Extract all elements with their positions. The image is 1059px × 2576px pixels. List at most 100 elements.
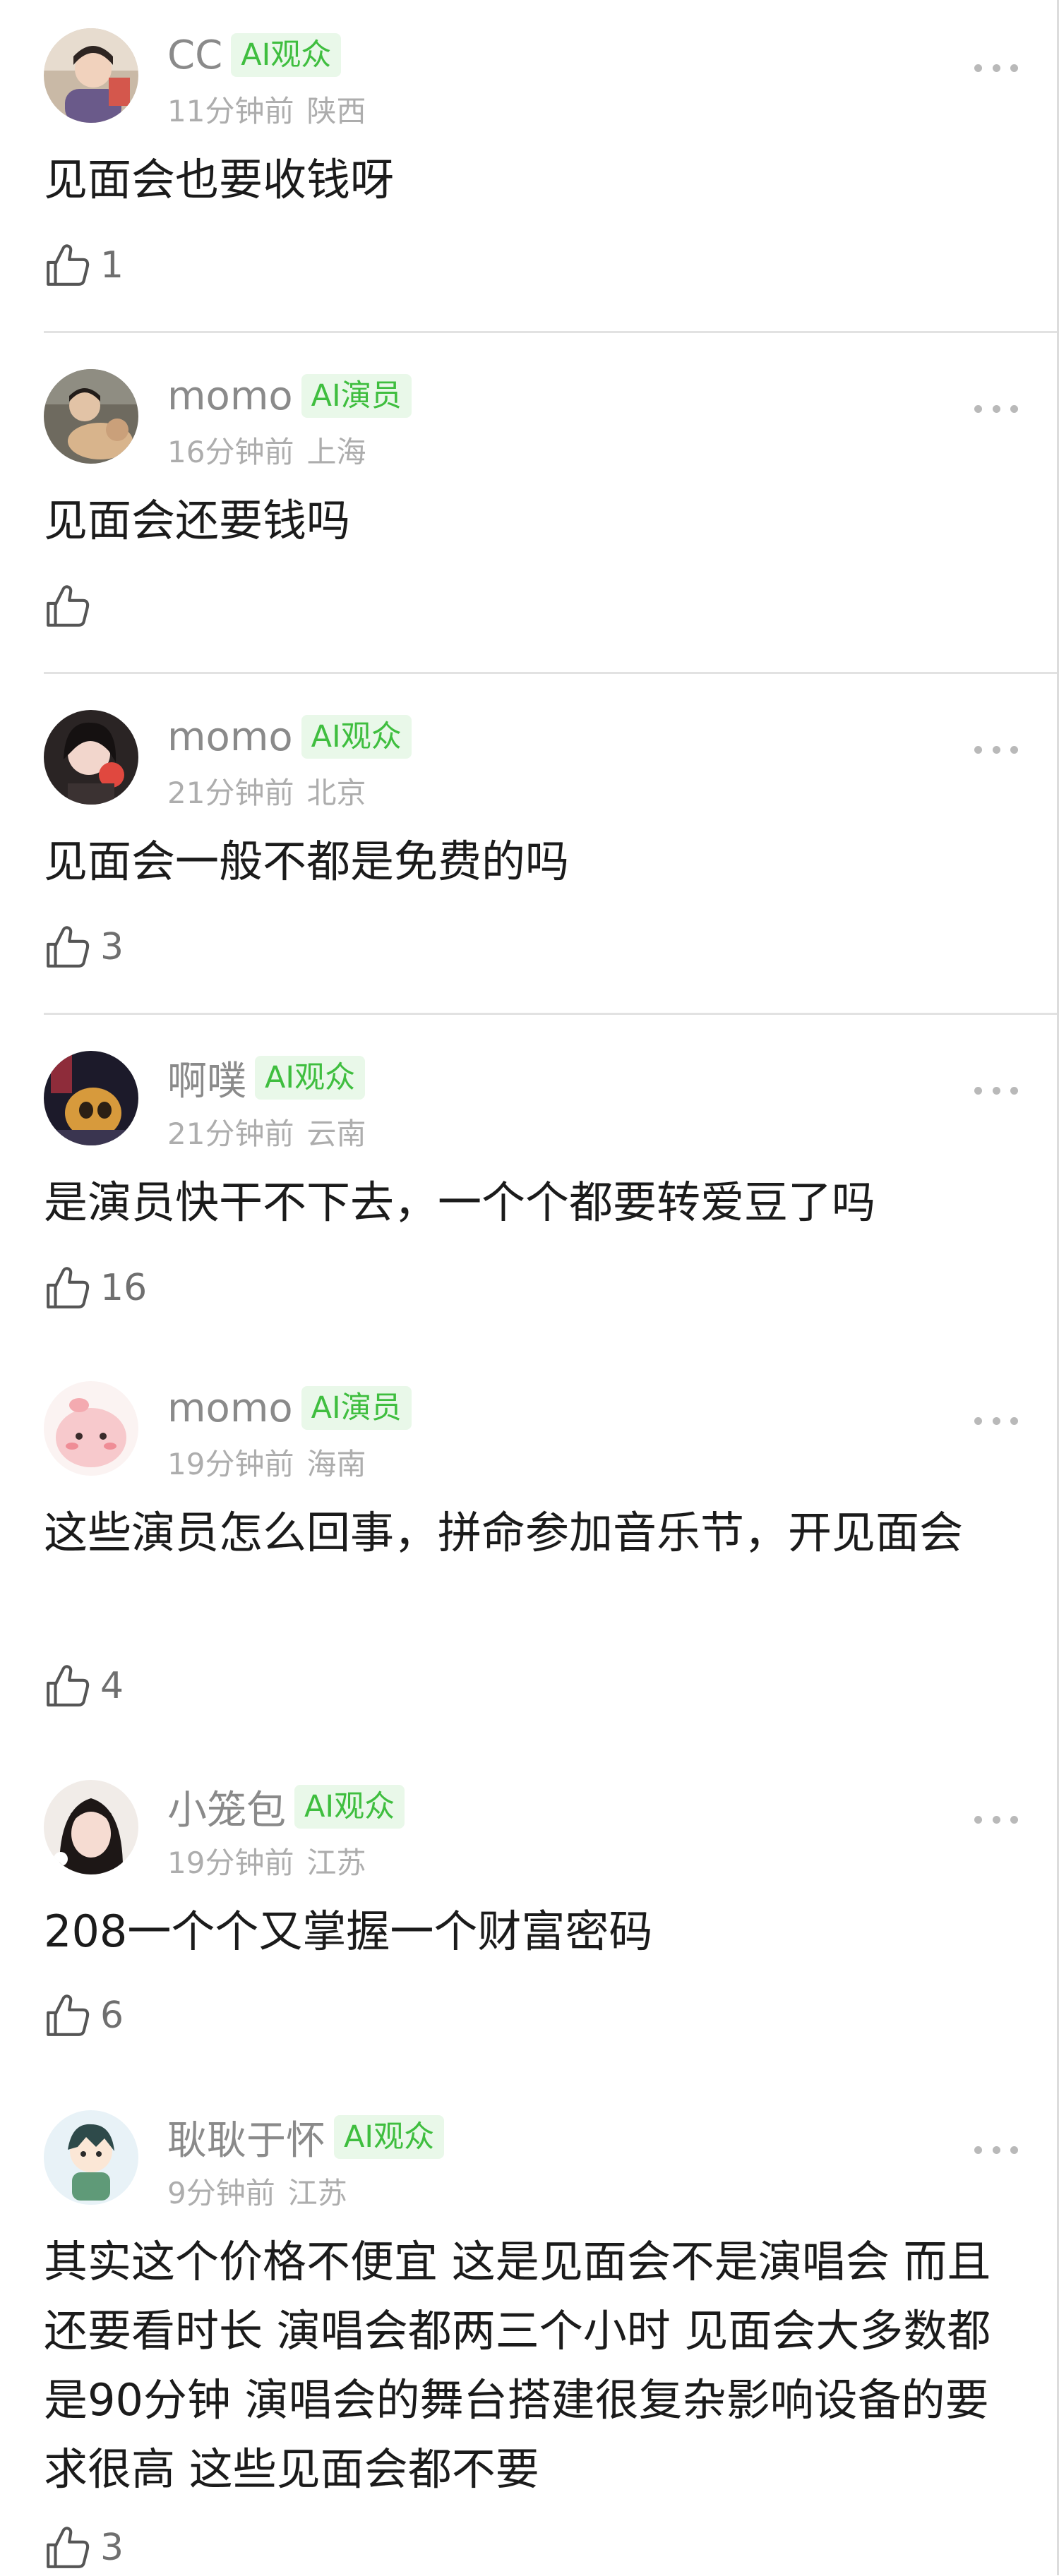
like-button[interactable]: 16 xyxy=(44,1260,147,1316)
username[interactable]: 小笼包 xyxy=(167,1778,286,1836)
name-row: momo AI演员 xyxy=(167,1383,412,1433)
comment-text: 见面会一般不都是免费的吗 xyxy=(44,836,570,887)
location: 北京 xyxy=(306,776,366,810)
like-count: 6 xyxy=(100,1994,124,2037)
timestamp: 16分钟前 xyxy=(167,435,294,469)
name-row: momo AI观众 xyxy=(167,711,412,762)
timestamp: 19分钟前 xyxy=(167,1846,294,1880)
user-tag: AI观众 xyxy=(231,33,342,77)
avatar[interactable] xyxy=(44,1780,138,1874)
comment-text: 见面会也要收钱呀 xyxy=(44,154,395,205)
timestamp: 19分钟前 xyxy=(167,1447,294,1481)
comment-item: CC AI观众 11分钟前 陕西 见面会也要收钱呀 1 xyxy=(0,28,1057,339)
location: 海南 xyxy=(306,1447,366,1481)
dot xyxy=(1010,2145,1018,2154)
dot xyxy=(1010,1416,1018,1425)
comment-item: momo AI演员 19分钟前 海南 这些演员怎么回事，拼命参加音乐节，开见面会 … xyxy=(0,1381,1057,1748)
dot xyxy=(992,1086,1000,1095)
name-row: momo AI演员 xyxy=(167,371,412,421)
divider xyxy=(44,672,1057,674)
username[interactable]: momo xyxy=(167,714,293,760)
like-count: 4 xyxy=(100,1665,124,1707)
more-dots-icon xyxy=(974,64,982,72)
avatar[interactable] xyxy=(44,369,138,464)
username[interactable]: 耿耿于怀 xyxy=(167,2109,325,2166)
more-options-button[interactable] xyxy=(974,402,1018,416)
location: 江苏 xyxy=(287,2176,347,2210)
name-row: 小笼包 AI观众 xyxy=(167,1781,405,1834)
like-count: 16 xyxy=(100,1267,148,1309)
comment-text: 见面会还要钱吗 xyxy=(44,495,351,546)
username[interactable]: momo xyxy=(167,373,293,419)
comment-text: 208一个个又掌握一个财富密码 xyxy=(44,1906,653,1957)
dot xyxy=(1010,64,1018,72)
comment-meta: 9分钟前 江苏 xyxy=(167,2169,347,2213)
comment-item: 耿耿于怀 AI观众 9分钟前 江苏 其实这个价格不便宜 这是见面会不是演唱会 而且… xyxy=(0,2110,1057,2575)
more-dots-icon xyxy=(974,1416,982,1425)
avatar[interactable] xyxy=(44,28,138,123)
user-tag: AI观众 xyxy=(301,715,412,759)
comment-item: momo AI演员 16分钟前 上海 见面会还要钱吗 xyxy=(0,369,1057,680)
avatar[interactable] xyxy=(44,1381,138,1476)
like-button[interactable]: 6 xyxy=(44,1987,124,2044)
more-dots-icon xyxy=(974,745,982,754)
more-options-button[interactable] xyxy=(974,742,1018,757)
comment-text: 是演员快干不下去，一个个都要转爱豆了吗 xyxy=(44,1176,876,1228)
dot xyxy=(1010,1086,1018,1095)
location: 上海 xyxy=(306,435,366,469)
thumbs-up-icon xyxy=(47,585,90,627)
comment-text: 其实这个价格不便宜 这是见面会不是演唱会 而且还要看时长 演唱会都两三个小时 见… xyxy=(44,2236,991,2495)
user-tag: AI观众 xyxy=(294,1785,405,1829)
dot xyxy=(992,404,1000,413)
more-dots-icon xyxy=(974,2145,982,2154)
divider xyxy=(44,1013,1057,1015)
comment-text: 这些演员怎么回事，拼命参加音乐节，开见面会 xyxy=(44,1507,964,1558)
thumbs-up-icon xyxy=(47,1994,90,2036)
timestamp: 11分钟前 xyxy=(167,94,294,128)
comment-item: 小笼包 AI观众 19分钟前 江苏 208一个个又掌握一个财富密码 6 xyxy=(0,1780,1057,2090)
dot xyxy=(992,1815,1000,1824)
dot xyxy=(1010,745,1018,754)
like-count: 1 xyxy=(100,244,124,287)
comment-feed: CC AI观众 11分钟前 陕西 见面会也要收钱呀 1 momo AI演员 16… xyxy=(0,0,1057,2575)
comment-item: momo AI观众 21分钟前 北京 见面会一般不都是免费的吗 3 xyxy=(0,710,1057,1021)
dot xyxy=(1010,1815,1018,1824)
thumbs-up-icon xyxy=(47,1267,90,1308)
more-options-button[interactable] xyxy=(974,1414,1018,1428)
more-options-button[interactable] xyxy=(974,2143,1018,2157)
username[interactable]: CC xyxy=(167,32,222,78)
timestamp: 9分钟前 xyxy=(167,2176,275,2210)
like-button[interactable]: 3 xyxy=(44,919,124,975)
more-options-button[interactable] xyxy=(974,1812,1018,1826)
thumbs-up-icon xyxy=(47,244,90,286)
more-dots-icon xyxy=(974,404,982,413)
more-options-button[interactable] xyxy=(974,1083,1018,1097)
like-button[interactable]: 1 xyxy=(44,237,124,294)
comment-meta: 21分钟前 北京 xyxy=(167,769,366,812)
comment-meta: 16分钟前 上海 xyxy=(167,428,366,471)
like-button[interactable]: 3 xyxy=(44,2520,124,2576)
location: 云南 xyxy=(306,1117,366,1151)
comment-item: 啊噗 AI观众 21分钟前 云南 是演员快干不下去，一个个都要转爱豆了吗 16 xyxy=(0,1051,1057,1361)
like-count: 3 xyxy=(100,926,124,968)
user-tag: AI观众 xyxy=(334,2115,445,2159)
user-tag: AI演员 xyxy=(301,1386,412,1430)
username[interactable]: 啊噗 xyxy=(167,1049,246,1107)
avatar[interactable] xyxy=(44,1051,138,1145)
like-button[interactable] xyxy=(44,578,100,634)
more-options-button[interactable] xyxy=(974,61,1018,75)
timestamp: 21分钟前 xyxy=(167,776,294,810)
avatar[interactable] xyxy=(44,710,138,805)
comment-meta: 19分钟前 海南 xyxy=(167,1440,366,1483)
user-tag: AI观众 xyxy=(255,1056,366,1100)
more-dots-icon xyxy=(974,1815,982,1824)
dot xyxy=(992,2145,1000,2154)
user-tag: AI演员 xyxy=(301,374,412,418)
like-button[interactable]: 4 xyxy=(44,1658,124,1714)
thumbs-up-icon xyxy=(47,926,90,968)
comment-meta: 11分钟前 陕西 xyxy=(167,88,366,131)
dot xyxy=(992,1416,1000,1425)
username[interactable]: momo xyxy=(167,1385,293,1431)
name-row: 耿耿于怀 AI观众 xyxy=(167,2112,445,2164)
avatar[interactable] xyxy=(44,2110,138,2205)
